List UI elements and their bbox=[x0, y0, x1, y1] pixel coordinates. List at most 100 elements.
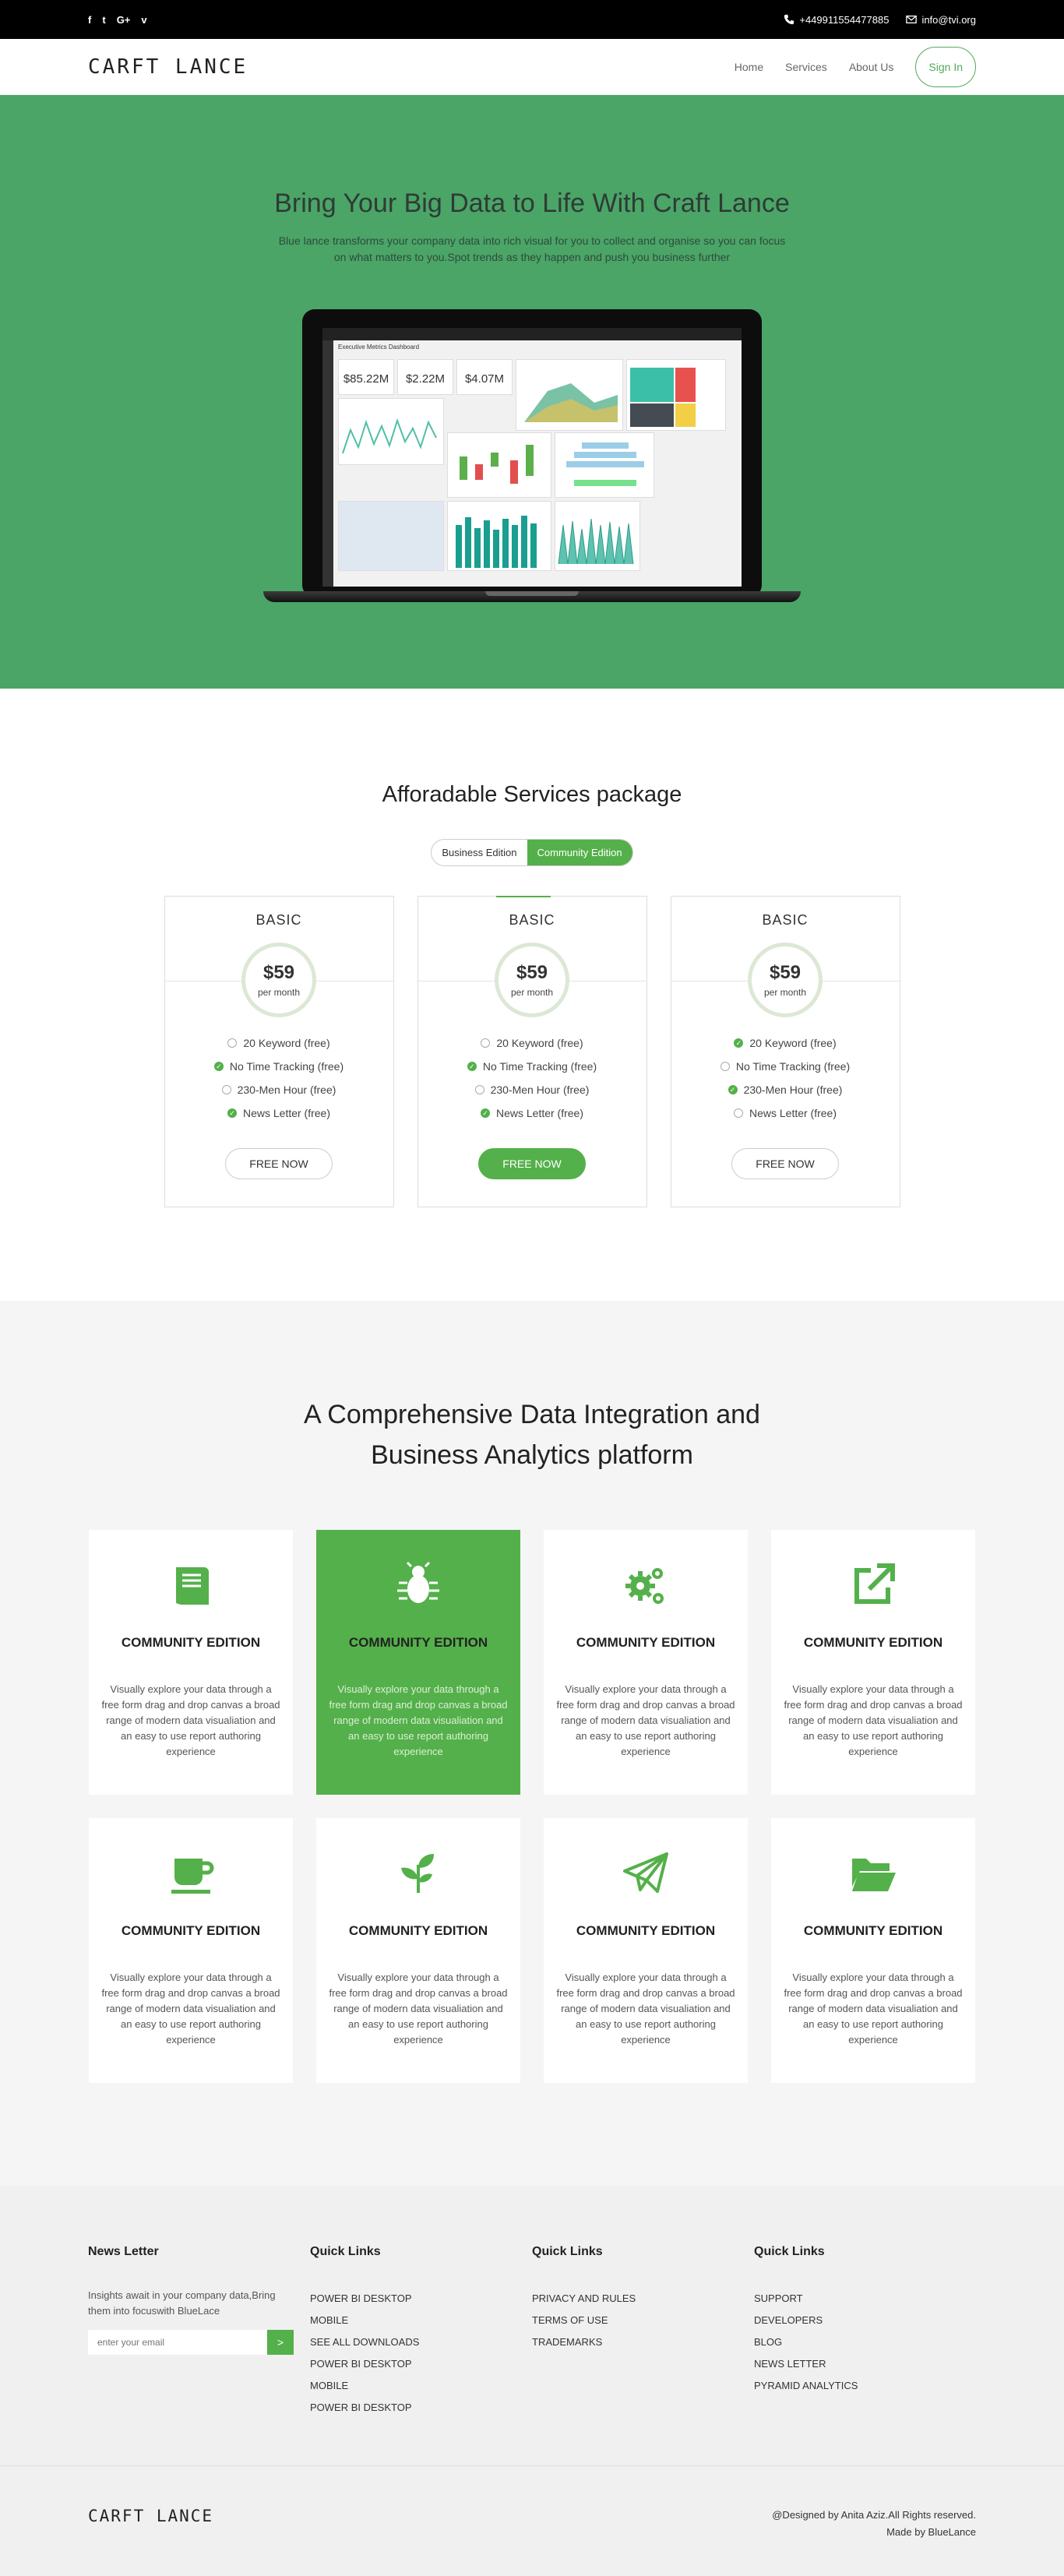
tab-community-edition[interactable]: Community Edition bbox=[527, 840, 632, 865]
site-logo[interactable]: CARFT LANCE bbox=[88, 55, 248, 79]
footer-link[interactable]: TERMS OF USE bbox=[532, 2310, 754, 2331]
feature-label: 230-Men Hour (free) bbox=[490, 1084, 590, 1096]
laptop-screen: Executive Metrics Dashboard $85.22M $2.2… bbox=[302, 309, 762, 597]
price-period: per month bbox=[510, 987, 554, 998]
check-icon: ✓ bbox=[227, 1108, 237, 1118]
card-text: Visually explore your data through a fre… bbox=[329, 1972, 508, 2046]
quick-links-column-2: Quick Links PRIVACY AND RULES TERMS OF U… bbox=[532, 2245, 754, 2419]
plan-feature: ✓ 20 Keyword (free) bbox=[671, 1031, 900, 1055]
footer-link[interactable]: SEE ALL DOWNLOADS bbox=[310, 2331, 532, 2353]
plan-feature: News Letter (free) bbox=[671, 1101, 900, 1125]
price-badge: $59 per month bbox=[748, 943, 823, 1017]
plan-feature: ✓ News Letter (free) bbox=[165, 1101, 393, 1125]
footer-link[interactable]: POWER BI DESKTOP bbox=[310, 2288, 532, 2310]
signin-button[interactable]: Sign In bbox=[915, 47, 976, 87]
quick-links-column-3: Quick Links SUPPORT DEVELOPERS BLOG NEWS… bbox=[754, 2245, 976, 2419]
plan-features: ✓ 20 Keyword (free) No Time Tracking (fr… bbox=[671, 1031, 900, 1125]
pricing-plans: BASIC $59 per month 20 Keyword (free) ✓ … bbox=[0, 896, 1064, 1207]
feature-card[interactable]: COMMUNITY EDITION Visually explore your … bbox=[771, 1818, 975, 2083]
check-icon: ✓ bbox=[480, 1108, 490, 1118]
footer-link[interactable]: MOBILE bbox=[310, 2375, 532, 2397]
quick-links-column-1: Quick Links POWER BI DESKTOP MOBILE SEE … bbox=[310, 2245, 532, 2419]
hero-title: Bring Your Big Data to Life With Craft L… bbox=[274, 189, 790, 218]
plan-name: BASIC bbox=[255, 912, 302, 928]
kpi-tile: $85.22M bbox=[338, 359, 394, 395]
footer-link[interactable]: DEVELOPERS bbox=[754, 2310, 976, 2331]
newsletter-text: Insights await in your company data,Brin… bbox=[88, 2289, 276, 2317]
area-chart-tile bbox=[516, 359, 623, 431]
email-contact[interactable]: info@tvi.org bbox=[906, 14, 976, 26]
feature-label: No Time Tracking (free) bbox=[229, 1060, 344, 1073]
spike-chart-tile bbox=[555, 501, 640, 571]
twitter-icon[interactable]: t bbox=[102, 14, 105, 26]
card-text: Visually explore your data through a fre… bbox=[556, 1972, 735, 2046]
email-input[interactable] bbox=[88, 2330, 267, 2355]
feature-label: 20 Keyword (free) bbox=[243, 1037, 330, 1049]
feature-label: News Letter (free) bbox=[749, 1107, 837, 1119]
feature-label: News Letter (free) bbox=[242, 1107, 331, 1119]
plan-feature: 230-Men Hour (free) bbox=[418, 1078, 647, 1101]
feature-label: No Time Tracking (free) bbox=[482, 1060, 597, 1073]
free-now-button[interactable]: FREE NOW bbox=[731, 1148, 839, 1179]
email-address: info@tvi.org bbox=[921, 13, 976, 26]
footer-link[interactable]: POWER BI DESKTOP bbox=[310, 2397, 532, 2419]
hero-section: Bring Your Big Data to Life With Craft L… bbox=[0, 95, 1064, 689]
feature-label: News Letter (free) bbox=[495, 1107, 584, 1119]
nav-home[interactable]: Home bbox=[735, 61, 763, 73]
envelope-icon bbox=[906, 15, 918, 24]
nav-services[interactable]: Services bbox=[785, 61, 827, 73]
circle-icon bbox=[733, 1108, 743, 1118]
card-text: Visually explore your data through a fre… bbox=[101, 1972, 280, 2046]
circle-icon bbox=[227, 1038, 238, 1048]
external-link-icon bbox=[854, 1563, 895, 1604]
leaf-icon bbox=[401, 1854, 434, 1893]
feature-card[interactable]: COMMUNITY EDITION Visually explore your … bbox=[544, 1818, 748, 2083]
feature-card[interactable]: COMMUNITY EDITION Visually explore your … bbox=[316, 1818, 520, 2083]
footer: News Letter Insights await in your compa… bbox=[0, 2186, 1064, 2465]
free-now-button[interactable]: FREE NOW bbox=[225, 1148, 333, 1179]
pricing-title: Afforadable Services package bbox=[382, 782, 682, 807]
vimeo-icon[interactable]: v bbox=[141, 14, 146, 26]
feature-card[interactable]: COMMUNITY EDITION Visually explore your … bbox=[544, 1530, 748, 1795]
feature-card[interactable]: COMMUNITY EDITION Visually explore your … bbox=[89, 1818, 293, 2083]
google-plus-icon[interactable]: G+ bbox=[117, 14, 131, 26]
nav-about[interactable]: About Us bbox=[849, 61, 894, 73]
footer-link[interactable]: POWER BI DESKTOP bbox=[310, 2353, 532, 2375]
feature-card[interactable]: COMMUNITY EDITION Visually explore your … bbox=[771, 1530, 975, 1795]
feature-label: 230-Men Hour (free) bbox=[743, 1084, 843, 1096]
free-now-button[interactable]: FREE NOW bbox=[478, 1148, 586, 1179]
footer-link[interactable]: NEWS LETTER bbox=[754, 2353, 976, 2375]
subscribe-button[interactable]: > bbox=[267, 2330, 294, 2355]
facebook-icon[interactable]: f bbox=[88, 14, 91, 26]
paper-plane-icon bbox=[623, 1852, 668, 1893]
pricing-plan: BASIC $59 per month 20 Keyword (free) ✓ … bbox=[417, 896, 647, 1207]
plan-feature: 20 Keyword (free) bbox=[418, 1031, 647, 1055]
card-text: Visually explore your data through a fre… bbox=[329, 1683, 508, 1757]
main-nav: CARFT LANCE Home Services About Us Sign … bbox=[0, 39, 1064, 95]
footer-logo[interactable]: CARFT LANCE bbox=[88, 2507, 213, 2525]
column-chart-tile bbox=[447, 501, 551, 571]
feature-card[interactable]: COMMUNITY EDITION Visually explore your … bbox=[316, 1530, 520, 1795]
made-by-text: Made by BlueLance bbox=[886, 2526, 976, 2538]
phone-number: +449911554477885 bbox=[799, 13, 890, 26]
card-title: COMMUNITY EDITION bbox=[576, 1923, 716, 1938]
treemap-tile bbox=[626, 359, 726, 431]
footer-bottom: CARFT LANCE @Designed by Anita Aziz.All … bbox=[0, 2465, 1064, 2576]
footer-link[interactable]: TRADEMARKS bbox=[532, 2331, 754, 2353]
newsletter-title: News Letter bbox=[88, 2245, 159, 2258]
card-title: COMMUNITY EDITION bbox=[803, 1923, 943, 1938]
footer-link[interactable]: PYRAMID ANALYTICS bbox=[754, 2375, 976, 2397]
feature-card[interactable]: COMMUNITY EDITION Visually explore your … bbox=[89, 1530, 293, 1795]
plan-feature: ✓ 230-Men Hour (free) bbox=[671, 1078, 900, 1101]
footer-link[interactable]: BLOG bbox=[754, 2331, 976, 2353]
footer-link[interactable]: PRIVACY AND RULES bbox=[532, 2288, 754, 2310]
quick-links-title: Quick Links bbox=[310, 2245, 381, 2258]
plan-feature: ✓ No Time Tracking (free) bbox=[165, 1055, 393, 1078]
footer-link[interactable]: SUPPORT bbox=[754, 2288, 976, 2310]
footer-link[interactable]: MOBILE bbox=[310, 2310, 532, 2331]
contact-info: +449911554477885 info@tvi.org bbox=[784, 14, 976, 26]
phone-icon bbox=[784, 14, 794, 25]
nav-links: Home Services About Us Sign In bbox=[735, 47, 976, 87]
tab-business-edition[interactable]: Business Edition bbox=[432, 840, 527, 865]
phone-contact[interactable]: +449911554477885 bbox=[784, 14, 889, 26]
